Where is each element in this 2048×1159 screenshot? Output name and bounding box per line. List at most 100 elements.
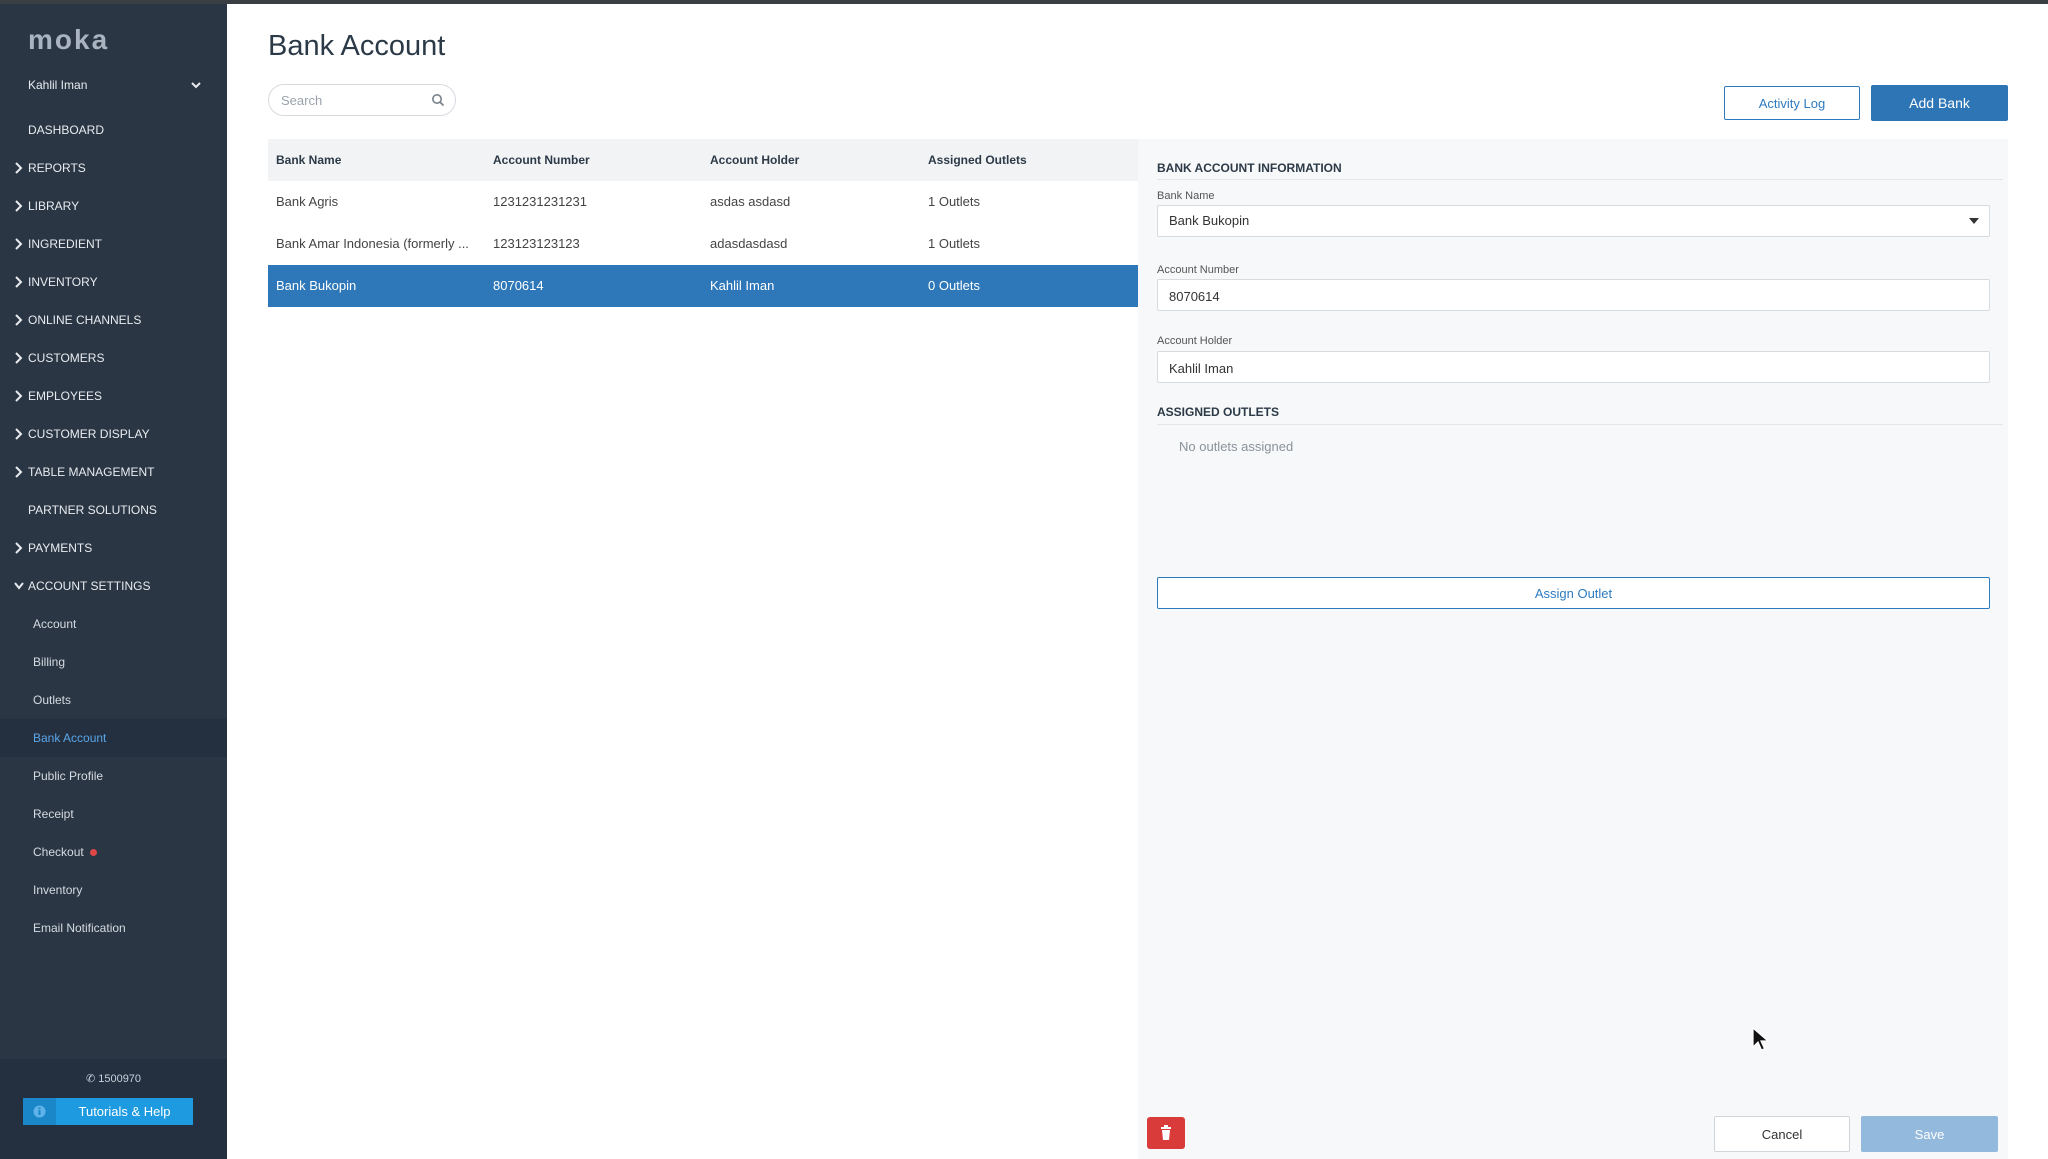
sidebar-item-label: PARTNER SOLUTIONS [28, 503, 157, 517]
chevron-right-icon [15, 238, 23, 250]
sidebar-subitem-label: Account [33, 617, 77, 631]
sidebar-item-employees[interactable]: EMPLOYEES [0, 377, 227, 415]
sidebar-subitem-label: Public Profile [33, 769, 104, 783]
column-header-account-number[interactable]: Account Number [493, 139, 693, 181]
sidebar-item-label: LIBRARY [28, 199, 80, 213]
chevron-right-icon [15, 276, 23, 288]
bank-account-detail-panel: BANK ACCOUNT INFORMATION Bank Name Bank … [1138, 139, 2008, 1159]
assign-outlet-button[interactable]: Assign Outlet [1157, 577, 1990, 609]
user-name: Kahlil Iman [28, 78, 88, 92]
cell-account-number: 8070614 [493, 278, 544, 293]
top-border [0, 0, 2048, 4]
account-holder-label: Account Holder [1157, 335, 1233, 347]
bank-name-selected-value: Bank Bukopin [1169, 213, 1250, 228]
bank-name-select[interactable]: Bank Bukopin [1157, 205, 1990, 237]
column-header-assigned-outlets[interactable]: Assigned Outlets [928, 139, 1118, 181]
account-holder-input[interactable] [1169, 359, 1969, 377]
sidebar-subitem-outlets[interactable]: Outlets [0, 681, 227, 719]
sidebar-item-library[interactable]: LIBRARY [0, 187, 227, 225]
phone-icon: ✆ [85, 1073, 96, 1085]
account-number-label: Account Number [1157, 264, 1239, 276]
mouse-cursor-icon [1752, 1027, 1770, 1051]
sidebar-item-label: ONLINE CHANNELS [28, 313, 142, 327]
cell-assigned-outlets: 0 Outlets [928, 278, 981, 293]
sidebar-subitem-account[interactable]: Account [0, 605, 227, 643]
column-header-bank-name[interactable]: Bank Name [276, 139, 481, 181]
sidebar-item-ingredient[interactable]: INGREDIENT [0, 225, 227, 263]
sidebar-item-label: REPORTS [28, 161, 86, 175]
sidebar-subitem-label: Email Notification [33, 921, 126, 935]
sidebar-subitem-label: Bank Account [33, 731, 107, 745]
bank-account-table: Bank Name Account Number Account Holder … [268, 139, 1138, 307]
cell-account-number: 123123123123 [493, 236, 580, 251]
trash-icon [1161, 1125, 1171, 1140]
sidebar-subitem-label: Checkout [33, 845, 84, 859]
chevron-right-icon [15, 162, 23, 174]
sidebar: moka Kahlil Iman DASHBOARD REPORTS LIBRA… [0, 4, 227, 1159]
cell-account-holder: Kahlil Iman [710, 278, 775, 293]
sidebar-item-customer-display[interactable]: CUSTOMER DISPLAY [0, 415, 227, 453]
support-phone-number: 1500970 [98, 1073, 142, 1085]
sidebar-nav: DASHBOARD REPORTS LIBRARY INGREDIENT INV… [0, 111, 227, 947]
sidebar-item-account-settings[interactable]: ACCOUNT SETTINGS [0, 567, 227, 605]
tutorials-help-button[interactable]: Tutorials & Help [23, 1098, 193, 1125]
sidebar-subitem-email-notification[interactable]: Email Notification [0, 909, 227, 947]
sidebar-item-reports[interactable]: REPORTS [0, 149, 227, 187]
table-row[interactable]: Bank Amar Indonesia (formerly ... 123123… [268, 223, 1138, 265]
chevron-right-icon [15, 542, 23, 554]
delete-button[interactable] [1147, 1117, 1185, 1149]
sidebar-item-partner-solutions[interactable]: PARTNER SOLUTIONS [0, 491, 227, 529]
tutorials-help-label: Tutorials & Help [78, 1104, 171, 1119]
chevron-right-icon [15, 352, 23, 364]
save-button[interactable]: Save [1861, 1116, 1998, 1152]
cancel-button[interactable]: Cancel [1714, 1116, 1850, 1152]
sidebar-item-label: PAYMENTS [28, 541, 93, 555]
search-icon[interactable] [431, 93, 445, 107]
sidebar-item-customers[interactable]: CUSTOMERS [0, 339, 227, 377]
cell-account-holder: adasdasdasd [710, 236, 788, 251]
sidebar-subitem-billing[interactable]: Billing [0, 643, 227, 681]
cell-account-number: 1231231231231 [493, 194, 587, 209]
sidebar-item-online-channels[interactable]: ONLINE CHANNELS [0, 301, 227, 339]
moka-logo: moka [28, 24, 110, 55]
sidebar-subitem-label: Inventory [33, 883, 83, 897]
chevron-right-icon [15, 428, 23, 440]
sidebar-subitem-label: Outlets [33, 693, 72, 707]
sidebar-item-label: DASHBOARD [28, 123, 105, 137]
account-number-input[interactable] [1169, 287, 1969, 305]
sidebar-item-label: ACCOUNT SETTINGS [28, 579, 151, 593]
add-bank-button[interactable]: Add Bank [1871, 85, 2008, 121]
sidebar-item-table-management[interactable]: TABLE MANAGEMENT [0, 453, 227, 491]
page-title: Bank Account [268, 30, 446, 62]
sidebar-item-payments[interactable]: PAYMENTS [0, 529, 227, 567]
search-box [268, 84, 456, 116]
user-switcher[interactable]: Kahlil Iman [28, 78, 203, 102]
table-row-selected[interactable]: Bank Bukopin 8070614 Kahlil Iman 0 Outle… [268, 265, 1138, 307]
sidebar-item-inventory[interactable]: INVENTORY [0, 263, 227, 301]
sidebar-item-dashboard[interactable]: DASHBOARD [0, 111, 227, 149]
chevron-down-icon [191, 82, 201, 89]
sidebar-item-label: EMPLOYEES [28, 389, 103, 403]
chevron-right-icon [15, 200, 23, 212]
support-phone: ✆ 1500970 [0, 1072, 227, 1085]
section-title-bank-account-information: BANK ACCOUNT INFORMATION [1157, 161, 1342, 175]
table-row[interactable]: Bank Agris 1231231231231 asdas asdasd 1 … [268, 181, 1138, 223]
account-number-field-box [1157, 279, 1990, 311]
info-icon [23, 1098, 56, 1125]
search-input[interactable] [281, 91, 421, 109]
sidebar-subitem-label: Billing [33, 655, 66, 669]
sidebar-item-label: INGREDIENT [28, 237, 103, 251]
sidebar-subitem-inventory[interactable]: Inventory [0, 871, 227, 909]
cell-bank-name: Bank Amar Indonesia (formerly ... [276, 236, 469, 251]
sidebar-subitem-receipt[interactable]: Receipt [0, 795, 227, 833]
sidebar-subitem-bank-account[interactable]: Bank Account [0, 719, 227, 757]
section-divider [1157, 179, 2003, 180]
sidebar-subitem-checkout[interactable]: Checkout [0, 833, 227, 871]
activity-log-button[interactable]: Activity Log [1724, 86, 1860, 120]
chevron-right-icon [15, 390, 23, 402]
column-header-account-holder[interactable]: Account Holder [710, 139, 910, 181]
table-header: Bank Name Account Number Account Holder … [268, 139, 1138, 181]
account-holder-field-box [1157, 351, 1990, 383]
chevron-right-icon [15, 314, 23, 326]
sidebar-subitem-public-profile[interactable]: Public Profile [0, 757, 227, 795]
